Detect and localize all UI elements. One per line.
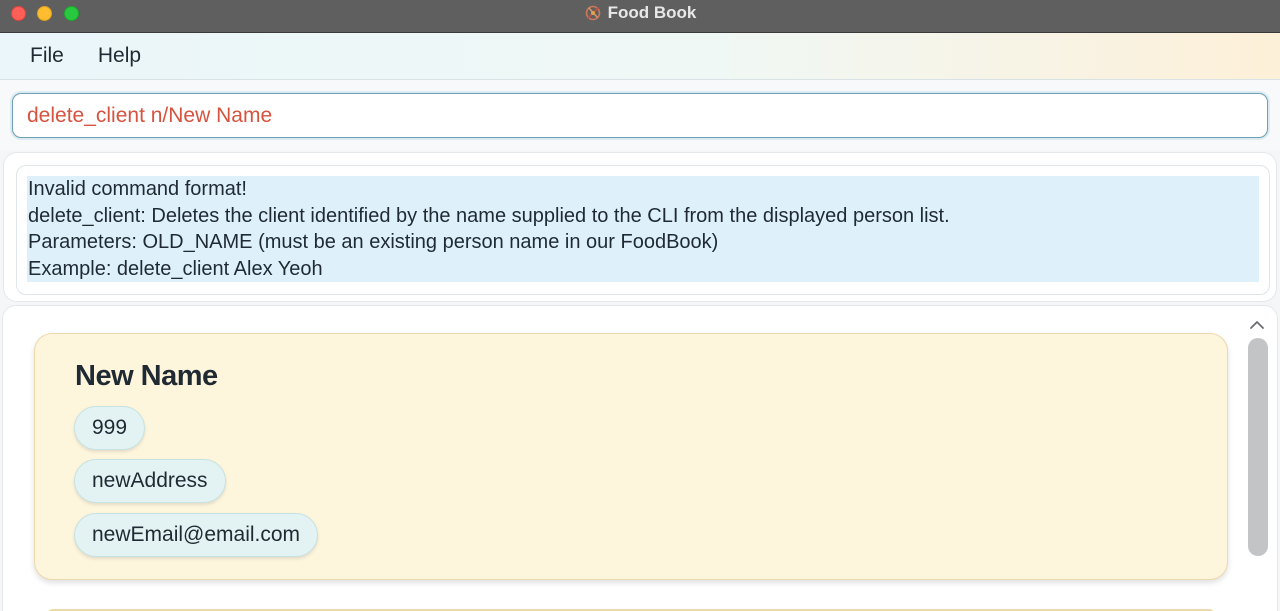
result-display-container: Invalid command format! delete_client: D… [0,150,1280,305]
person-name: New Name [75,360,218,392]
result-line-example: Example: delete_client Alex Yeoh [28,257,323,280]
person-card[interactable]: New Name 999 newAddress newEmail@email.c… [34,333,1228,580]
result-line-usage: delete_client: Deletes the client identi… [28,204,950,227]
window-title-group: Food Book [0,0,1280,26]
person-list-panel[interactable]: New Name 999 newAddress newEmail@email.c… [2,305,1278,611]
person-phone-chip: 999 [74,406,146,450]
command-box-container [0,80,1280,150]
scroll-up-icon[interactable] [1248,318,1266,332]
result-display-box[interactable]: Invalid command format! delete_client: D… [16,165,1270,295]
person-email-chip: newEmail@email.com [74,513,319,557]
command-input[interactable] [12,93,1268,138]
food-book-app-icon [584,4,602,22]
result-display-panel: Invalid command format! delete_client: D… [3,152,1277,302]
app-window: Food Book File Help Invalid command form… [0,0,1280,611]
window-title: Food Book [607,3,697,22]
title-bar[interactable]: Food Book [0,0,1280,33]
menu-help[interactable]: Help [98,44,141,68]
result-line-error: Invalid command format! [28,178,247,200]
person-list-container: New Name 999 newAddress newEmail@email.c… [0,305,1280,611]
result-line-parameters: Parameters: OLD_NAME (must be an existin… [28,231,719,253]
vertical-scrollbar-thumb[interactable] [1248,338,1268,556]
person-address-chip: newAddress [74,459,226,503]
menu-file[interactable]: File [30,44,64,68]
result-text[interactable]: Invalid command format! delete_client: D… [27,176,1259,282]
menu-bar: File Help [0,33,1280,80]
